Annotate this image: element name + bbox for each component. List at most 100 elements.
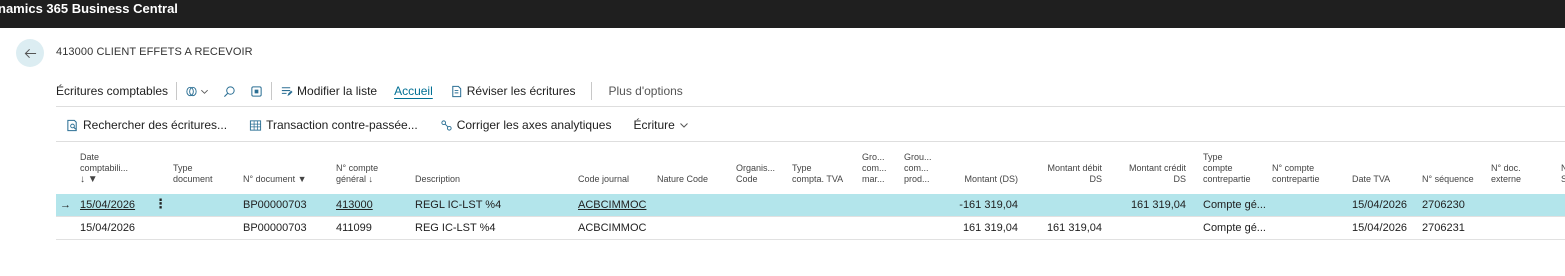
more-options-button[interactable]: Plus d'options xyxy=(608,84,682,98)
cell-date[interactable]: 15/04/2026 xyxy=(80,217,135,239)
column-header-type-compte-contrepartie[interactable]: Type compte contrepartie xyxy=(1203,152,1251,185)
cell-montant-credit xyxy=(1106,217,1186,239)
reverse-transaction-button[interactable]: Transaction contre-passée... xyxy=(249,118,418,132)
header-text: N° compte xyxy=(336,163,379,173)
column-header-no-doc-externe[interactable]: N° doc. externe xyxy=(1491,163,1521,185)
share-button[interactable] xyxy=(250,85,263,98)
cell-date-tva: 15/04/2026 xyxy=(1352,199,1408,211)
cell-type-compte-contrepartie: Compte gé... xyxy=(1203,222,1266,234)
entry-menu-label: Écriture xyxy=(633,118,675,132)
header-text: Organis... xyxy=(736,163,776,173)
tab-ecritures-comptables[interactable]: Écritures comptables xyxy=(56,84,168,98)
back-button[interactable] xyxy=(16,39,44,67)
column-header-organis-code[interactable]: Organis... Code xyxy=(736,163,775,185)
column-header-no-document[interactable]: N° document ▼ xyxy=(243,174,307,185)
header-text: contrepartie xyxy=(1203,174,1251,184)
column-header-nature-code[interactable]: Nature Code xyxy=(657,174,708,185)
row-selected-arrow-icon: → xyxy=(60,199,71,211)
cell-montant: 161 319,04 xyxy=(962,222,1018,234)
header-text: externe xyxy=(1491,174,1522,184)
header-text: Date xyxy=(80,152,100,162)
find-entries-button[interactable]: Rechercher des écritures... xyxy=(66,118,227,132)
page-content: 413000 CLIENT EFFETS A RECEVOIR Écriture… xyxy=(0,28,1565,276)
column-header-type-tva[interactable]: Type compta. TVA xyxy=(792,163,843,185)
secondary-action-bar: Rechercher des écritures... Transaction … xyxy=(66,114,715,136)
divider xyxy=(271,82,273,100)
column-header-no-compte-contrepartie[interactable]: N° compte contrepartie xyxy=(1272,163,1320,185)
cell-no-document: BP00000703 xyxy=(243,222,307,234)
cell-description: REG IC-LST %4 xyxy=(415,222,496,234)
share-icon xyxy=(250,85,263,98)
cell-montant-credit: 161 319,04 xyxy=(1130,199,1186,211)
filter-pane-toggle-button[interactable] xyxy=(185,85,209,98)
correct-dimensions-button[interactable]: Corriger les axes analytiques xyxy=(440,118,611,132)
row-menu-ellipsis-icon[interactable]: ⋮ xyxy=(154,194,167,216)
review-entries-button[interactable]: Réviser les écritures xyxy=(450,84,576,98)
column-header-date-tva[interactable]: Date TVA xyxy=(1352,174,1390,185)
cell-no-compte[interactable]: 411099 xyxy=(336,217,372,239)
column-header-no-sequence[interactable]: N° séquence xyxy=(1422,174,1474,185)
reverse-transaction-label: Transaction contre-passée... xyxy=(266,118,418,132)
search-button[interactable] xyxy=(223,85,236,98)
header-text: Type xyxy=(173,163,193,173)
cell-montant-debit xyxy=(1022,194,1102,216)
table-row[interactable]: → 15/04/2026 ⋮ BP00000703 413000 REGL IC… xyxy=(56,194,1565,216)
tab-accueil[interactable]: Accueil xyxy=(394,84,433,98)
filter-icon: ▼ xyxy=(87,174,98,185)
action-bar: Écritures comptables Modifier la liste A… xyxy=(56,76,1565,106)
header-text: N xyxy=(1561,163,1565,173)
cell-date[interactable]: 15/04/2026 xyxy=(80,194,135,216)
column-header-no-compte[interactable]: N° compte général ↓ xyxy=(336,163,378,185)
document-icon xyxy=(450,85,463,98)
sort-filter-indicator: ↓ ▼ xyxy=(80,174,98,185)
arrow-left-icon xyxy=(24,47,37,60)
table-icon xyxy=(249,119,262,132)
header-text: Type xyxy=(1203,152,1223,162)
column-header-montant-debit[interactable]: Montant débit DS xyxy=(1022,163,1102,185)
header-text: DS xyxy=(1089,174,1102,184)
search-document-icon xyxy=(66,119,79,132)
header-text: général xyxy=(336,174,367,184)
header-text: document xyxy=(173,174,213,184)
column-header-code-journal[interactable]: Code journal xyxy=(578,174,629,185)
filter-icon: ▼ xyxy=(297,174,307,184)
page-title: 413000 CLIENT EFFETS A RECEVOIR xyxy=(56,46,253,58)
column-header-date[interactable]: Date comptabili... ↓ ▼ xyxy=(80,152,128,185)
header-text: prod... xyxy=(904,174,930,184)
cell-type-compte-contrepartie: Compte gé... xyxy=(1203,199,1266,211)
column-header-description[interactable]: Description xyxy=(415,174,460,185)
column-header-type-document[interactable]: Type document xyxy=(173,163,213,185)
header-text: S xyxy=(1561,174,1565,184)
column-header-montant[interactable]: Montant (DS) xyxy=(936,174,1018,185)
header-text: contrepartie xyxy=(1272,174,1320,184)
entry-menu-button[interactable]: Écriture xyxy=(633,118,692,132)
header-text: N° doc. xyxy=(1491,163,1521,173)
edit-list-button[interactable]: Modifier la liste xyxy=(280,84,377,98)
column-header-gro-com-mar[interactable]: Gro... com... mar... xyxy=(862,152,887,185)
sort-down-icon: ↓ xyxy=(368,174,374,184)
filter-icon xyxy=(185,85,198,98)
divider xyxy=(176,82,178,100)
cell-code-journal[interactable]: ACBCIMMOC xyxy=(578,217,646,239)
header-text: compte xyxy=(1203,163,1233,173)
actionbar-divider xyxy=(56,106,1565,107)
divider xyxy=(591,82,593,100)
column-header-truncated[interactable]: N S xyxy=(1561,163,1565,185)
header-text: Gro... xyxy=(862,152,885,162)
edit-list-label: Modifier la liste xyxy=(297,84,378,98)
header-text: N° compte xyxy=(1272,163,1315,173)
cell-description: REGL IC-LST %4 xyxy=(415,199,502,211)
cell-code-journal[interactable]: ACBCIMMOC xyxy=(578,194,646,216)
cell-no-compte[interactable]: 413000 xyxy=(336,194,373,216)
header-text: comptabili... xyxy=(80,163,129,173)
review-entries-label: Réviser les écritures xyxy=(466,84,576,98)
dimensions-icon xyxy=(440,119,453,132)
column-header-grou-com-prod[interactable]: Grou... com... prod... xyxy=(904,152,932,185)
table-row[interactable]: 15/04/2026 BP00000703 411099 REG IC-LST … xyxy=(56,217,1565,239)
find-entries-label: Rechercher des écritures... xyxy=(83,118,228,132)
cell-date-tva: 15/04/2026 xyxy=(1352,222,1408,234)
header-text: com... xyxy=(862,163,887,173)
header-text: Montant débit xyxy=(1047,163,1102,173)
header-text: N° document xyxy=(243,174,296,184)
column-header-montant-credit[interactable]: Montant crédit DS xyxy=(1106,163,1186,185)
